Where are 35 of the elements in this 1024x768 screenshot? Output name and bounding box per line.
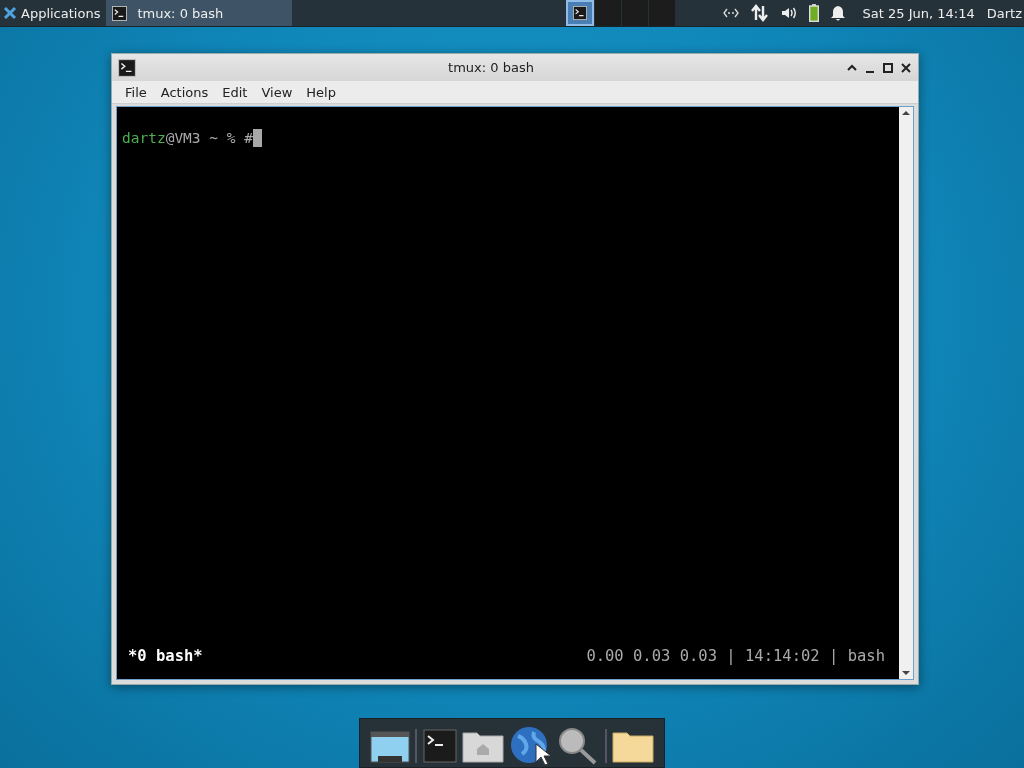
- terminal-icon[interactable]: [422, 729, 457, 763]
- tmux-window-status: *0 bash*: [128, 647, 203, 665]
- menu-item[interactable]: Help: [299, 84, 343, 100]
- window-title: tmux: 0 bash: [447, 60, 535, 75]
- menu-item[interactable]: File: [118, 84, 154, 100]
- close-icon[interactable]: [900, 61, 912, 74]
- text-cursor: [252, 129, 262, 147]
- menu-item[interactable]: View: [254, 84, 300, 100]
- clock[interactable]: Sat 25 Jun, 14:14: [862, 5, 975, 21]
- desktop-icon[interactable]: [369, 729, 410, 763]
- maximize-icon[interactable]: [882, 61, 894, 74]
- network-icon[interactable]: [722, 8, 739, 18]
- tmux-status-info: 0.00 0.03 0.03 | 14:14:02 | bash: [586, 647, 885, 665]
- battery-icon[interactable]: [808, 4, 819, 22]
- applications-menu[interactable]: Applications: [21, 5, 101, 21]
- user-name[interactable]: Dartz: [986, 5, 1022, 21]
- menu-item[interactable]: Edit: [215, 84, 255, 100]
- scrollbar[interactable]: [899, 107, 913, 679]
- transfer-arrows-icon[interactable]: [750, 4, 769, 22]
- folder-icon[interactable]: [612, 729, 655, 763]
- menu-item[interactable]: Actions: [153, 84, 216, 100]
- dock-separator: [604, 729, 607, 763]
- globe-icon[interactable]: [509, 726, 552, 766]
- bell-icon[interactable]: [830, 5, 845, 21]
- home-folder-icon[interactable]: [462, 729, 505, 763]
- prompt-text: dartz@VM3 ~ % #: [122, 130, 253, 146]
- workspace-button[interactable]: [566, 0, 595, 26]
- terminal-icon[interactable]: [118, 58, 136, 77]
- terminal-area[interactable]: dartz@VM3 ~ % # *0 bash* 0.00 0.03 0.03 | 14:14:02 | bash: [117, 107, 899, 679]
- volume-icon[interactable]: [780, 6, 797, 20]
- terminal-icon[interactable]: [573, 6, 588, 20]
- x-logo-icon[interactable]: [3, 6, 17, 20]
- terminal-icon[interactable]: [112, 5, 128, 21]
- dock-separator: [415, 729, 418, 763]
- taskbar-button[interactable]: tmux: 0 bash: [106, 0, 293, 26]
